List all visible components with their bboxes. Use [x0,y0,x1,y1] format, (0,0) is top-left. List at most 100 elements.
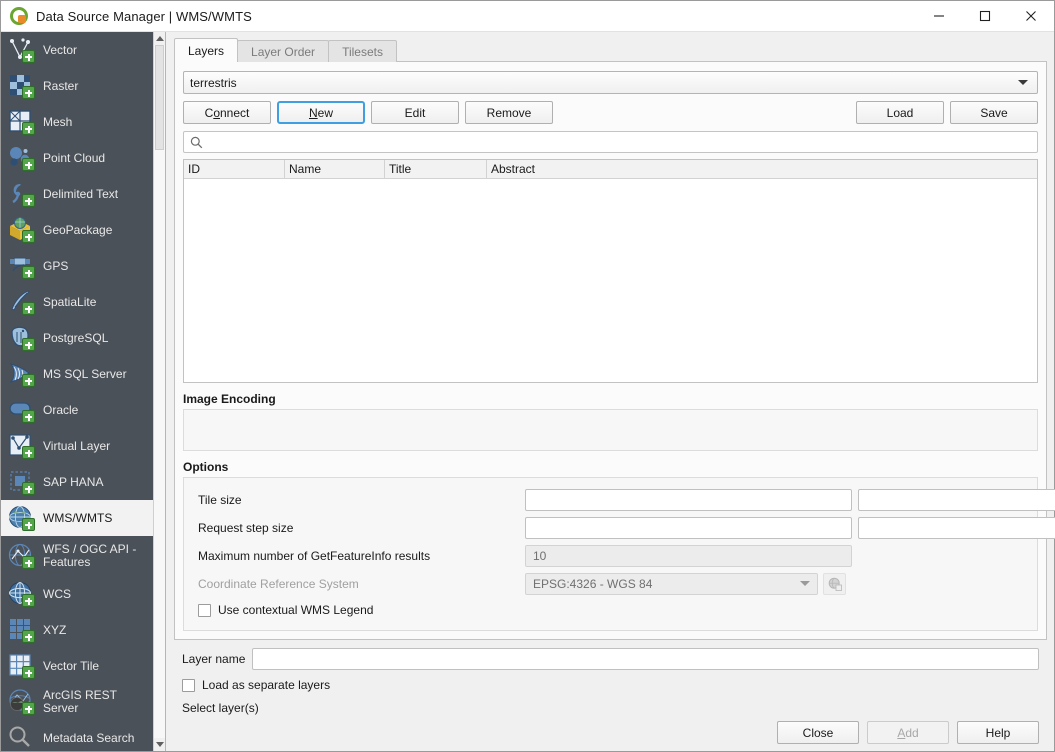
add-badge-icon [22,702,35,715]
contextual-legend-row[interactable]: Use contextual WMS Legend [198,600,1027,620]
add-badge-icon [22,482,35,495]
sidebar-item-geopackage[interactable]: GeoPackage [1,212,153,248]
options-title: Options [183,460,1038,474]
sidebar-item-label: Vector Tile [43,660,99,673]
sidebar-item-label: XYZ [43,624,66,637]
tab-layers[interactable]: Layers [174,38,238,62]
column-header-id[interactable]: ID [184,160,285,178]
tile-size-row: Tile size [198,488,1027,511]
options-group: Tile size Request step size Maximum numb… [183,477,1038,631]
crs-select[interactable]: EPSG:4326 - WGS 84 [525,573,818,595]
sidebar-item-label: SpatiaLite [43,296,96,309]
sidebar-scroll-track[interactable] [154,45,165,738]
crs-label: Coordinate Reference System [198,577,525,591]
mesh-icon [7,108,35,136]
load-button[interactable]: Load [856,101,944,124]
main-panel: LayersLayer OrderTilesets terrestris Con… [166,32,1054,751]
sidebar-item-metadata-search[interactable]: Metadata Search [1,720,153,751]
crs-select-button[interactable] [823,573,846,595]
add-badge-icon [22,86,35,99]
column-header-name[interactable]: Name [285,160,385,178]
layer-name-input[interactable] [252,648,1039,670]
connection-select[interactable]: terrestris [183,71,1038,94]
help-button[interactable]: Help [957,721,1039,744]
scroll-up-arrow-icon[interactable] [154,32,165,45]
sidebar-item-ms-sql-server[interactable]: MS SQL Server [1,356,153,392]
max-getfeatureinfo-row: Maximum number of GetFeatureInfo results… [198,544,1027,567]
add-badge-icon [22,122,35,135]
sidebar-item-point-cloud[interactable]: Point Cloud [1,140,153,176]
sidebar-item-postgresql[interactable]: PostgreSQL [1,320,153,356]
sap-hana-icon [7,468,35,496]
minimize-button[interactable] [916,1,962,32]
sidebar-item-delimited-text[interactable]: Delimited Text [1,176,153,212]
sidebar-item-wcs[interactable]: WCS [1,576,153,612]
layer-filter-box[interactable] [183,131,1038,153]
remove-button[interactable]: Remove [465,101,553,124]
column-header-title[interactable]: Title [385,160,487,178]
sidebar-item-spatialite[interactable]: SpatiaLite [1,284,153,320]
crs-selected-value: EPSG:4326 - WGS 84 [533,577,652,591]
load-separate-label: Load as separate layers [202,678,330,692]
request-step-size-label: Request step size [198,521,525,535]
image-encoding-title: Image Encoding [183,392,1038,406]
sidebar-item-label: Mesh [43,116,72,129]
arcgis-rest-icon [7,688,35,716]
sidebar-scrollbar[interactable] [153,32,165,751]
sidebar-item-arcgis-rest-server[interactable]: ArcGIS REST Server [1,684,153,720]
image-encoding-options[interactable] [183,409,1038,451]
table-body[interactable] [184,179,1037,382]
add-badge-icon [22,446,35,459]
sidebar-item-virtual-layer[interactable]: Virtual Layer [1,428,153,464]
sidebar-item-xyz[interactable]: XYZ [1,612,153,648]
sidebar-item-oracle[interactable]: Oracle [1,392,153,428]
add-badge-icon [22,666,35,679]
layers-table[interactable]: IDNameTitleAbstract [183,159,1038,383]
load-separate-row[interactable]: Load as separate layers [182,678,1039,692]
sidebar-item-vector[interactable]: Vector [1,32,153,68]
column-header-abstract[interactable]: Abstract [487,160,1037,178]
request-step-height-input[interactable] [858,517,1055,539]
sidebar-item-label: Point Cloud [43,152,105,165]
sidebar-item-label: ArcGIS REST Server [43,689,153,715]
sidebar-scroll-thumb[interactable] [155,45,164,150]
sidebar-item-wms-wmts[interactable]: WMS/WMTS [1,500,153,536]
sidebar-item-mesh[interactable]: Mesh [1,104,153,140]
scroll-down-arrow-icon[interactable] [154,738,165,751]
sidebar-list[interactable]: Vector Raster Mesh Point Cloud Delimited… [1,32,153,751]
edit-button[interactable]: Edit [371,101,459,124]
sidebar-item-gps[interactable]: GPS [1,248,153,284]
search-input[interactable] [208,135,1031,149]
add-badge-icon [22,302,35,315]
virtual-layer-icon [7,432,35,460]
close-button[interactable] [1008,1,1054,32]
sidebar-item-vector-tile[interactable]: Vector Tile [1,648,153,684]
vector-icon [7,36,35,64]
mssql-icon [7,360,35,388]
add-badge-icon [22,266,35,279]
sidebar-item-raster[interactable]: Raster [1,68,153,104]
sidebar-item-sap-hana[interactable]: SAP HANA [1,464,153,500]
load-separate-checkbox[interactable] [182,679,195,692]
maximize-button[interactable] [962,1,1008,32]
connect-button[interactable]: Connect [183,101,271,124]
add-badge-icon [22,50,35,63]
add-badge-icon [22,630,35,643]
new-button[interactable]: New [277,101,365,124]
layer-name-row: Layer name [182,648,1039,670]
max-getfeatureinfo-input[interactable]: 10 [525,545,852,567]
close-dialog-button[interactable]: Close [777,721,859,744]
tab-tilesets[interactable]: Tilesets [328,40,397,62]
tile-size-height-input[interactable] [858,489,1055,511]
raster-icon [7,72,35,100]
add-badge-icon [22,338,35,351]
save-button[interactable]: Save [950,101,1038,124]
request-step-width-input[interactable] [525,517,852,539]
add-badge-icon [22,594,35,607]
wcs-icon [7,580,35,608]
tile-size-width-input[interactable] [525,489,852,511]
tab-strip[interactable]: LayersLayer OrderTilesets [174,38,1047,62]
tab-layer-order[interactable]: Layer Order [237,40,329,62]
contextual-legend-checkbox[interactable] [198,604,211,617]
sidebar-item-wfs-ogc-api-features[interactable]: WFS / OGC API - Features [1,536,153,576]
